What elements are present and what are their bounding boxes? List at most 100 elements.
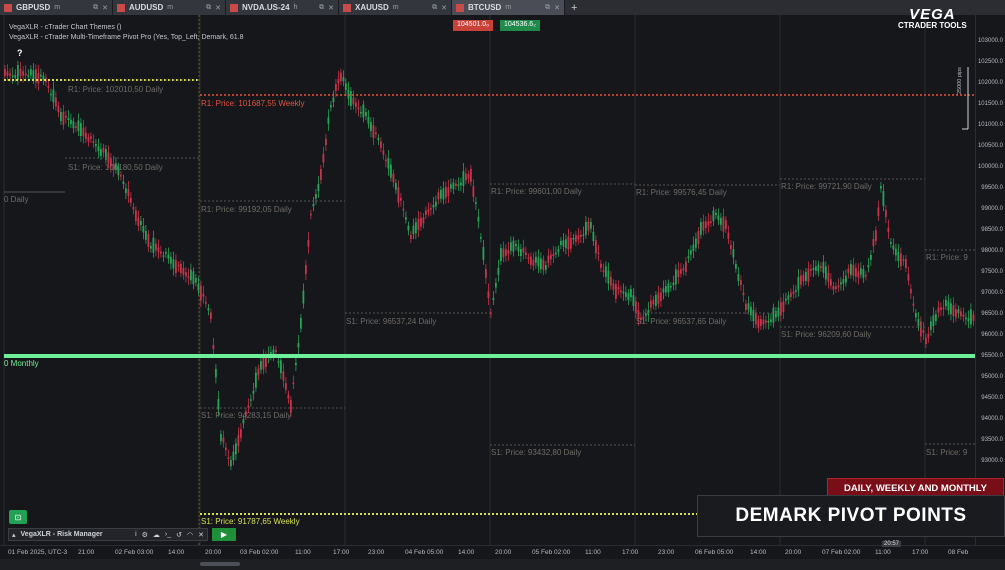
- candle-body: [195, 278, 197, 283]
- link-icon[interactable]: ⧉: [545, 4, 550, 12]
- level-label: R1: Price: 99576,45 Daily: [636, 188, 727, 197]
- gauge-icon[interactable]: ◠: [187, 531, 193, 539]
- candle-body: [27, 75, 30, 77]
- flag-icon: [230, 3, 238, 12]
- candle-body: [582, 234, 585, 236]
- link-icon[interactable]: ⧉: [93, 4, 98, 12]
- candle-body: [147, 234, 150, 247]
- tab-nvdaus24[interactable]: NVDA.US-24 h ⧉ ✕: [226, 0, 339, 15]
- close-icon[interactable]: ✕: [328, 4, 334, 12]
- timeframe-label: m: [167, 4, 174, 11]
- candle-body: [527, 257, 530, 259]
- candle-body: [700, 222, 702, 235]
- link-icon[interactable]: ⧉: [319, 4, 324, 12]
- candle-body: [577, 235, 580, 240]
- candle-body: [75, 126, 77, 128]
- robot-icon[interactable]: ⊡: [9, 510, 27, 524]
- close-icon[interactable]: ✕: [554, 4, 560, 12]
- candle-body: [175, 260, 177, 273]
- history-icon[interactable]: ↺: [176, 531, 182, 539]
- candle-body: [480, 237, 482, 239]
- candle-body: [802, 274, 805, 282]
- candle-body: [505, 249, 507, 256]
- candle-body: [797, 277, 800, 290]
- price-axis[interactable]: 103000.0 102500.0 102000.0 101500.0 101000.0…: [975, 15, 1005, 545]
- candle-body: [135, 210, 137, 221]
- tab-xauusd[interactable]: XAUUSD m ⧉ ✕: [339, 0, 452, 15]
- help-icon[interactable]: ?: [17, 48, 23, 58]
- terminal-icon[interactable]: ›_: [165, 531, 171, 538]
- link-icon[interactable]: ⧉: [432, 4, 437, 12]
- candle-body: [785, 298, 787, 301]
- candle-body: [762, 319, 765, 325]
- level-label: R1: Price: 99601,00 Daily: [491, 187, 582, 196]
- close-icon[interactable]: ✕: [215, 4, 221, 12]
- candle-body: [535, 256, 537, 263]
- cloud-icon[interactable]: ☁: [153, 531, 160, 539]
- candle-body: [65, 115, 67, 118]
- candle-body: [782, 301, 785, 312]
- tab-symbol: AUDUSD: [129, 3, 164, 12]
- candle-body: [880, 186, 882, 189]
- candle-body: [680, 269, 682, 274]
- horizontal-scrollbar[interactable]: [0, 559, 1005, 570]
- close-icon[interactable]: ✕: [102, 4, 108, 12]
- play-button[interactable]: ▶: [212, 528, 236, 541]
- chart-area[interactable]: [0, 15, 975, 545]
- scrollbar-thumb[interactable]: [200, 562, 240, 566]
- candle-body: [37, 72, 40, 84]
- candle-body: [222, 437, 225, 443]
- close-icon[interactable]: ✕: [198, 531, 207, 539]
- gear-icon[interactable]: ⚙: [142, 531, 148, 539]
- candle-body: [552, 253, 555, 256]
- candle-body: [55, 97, 57, 107]
- candle-body: [592, 232, 595, 241]
- ask-price-tag[interactable]: 104536.6₂: [500, 20, 540, 31]
- collapse-icon[interactable]: ▴: [12, 531, 16, 539]
- candle-body: [625, 292, 627, 297]
- candle-body: [17, 65, 19, 80]
- candle-body: [165, 252, 167, 254]
- candle-body: [595, 240, 597, 253]
- candle-body: [887, 227, 890, 232]
- link-icon[interactable]: ⧉: [206, 4, 211, 12]
- logo-brand: VEGA: [909, 6, 956, 23]
- candle-body: [570, 238, 572, 249]
- info-icon[interactable]: i: [135, 531, 137, 538]
- candle-body: [207, 308, 210, 311]
- candlestick-chart[interactable]: [0, 15, 975, 545]
- candle-body: [862, 269, 865, 278]
- tab-btcusd[interactable]: BTCUSD m ⧉ ✕: [452, 0, 565, 15]
- candle-body: [177, 265, 180, 267]
- candle-body: [397, 187, 400, 203]
- candle-body: [965, 317, 967, 320]
- time-axis[interactable]: 01 Feb 2025, UTC-3 21:00 02 Feb 03:00 14:00…: [0, 545, 1005, 559]
- candle-body: [225, 447, 227, 450]
- indicator-info-2: VegaXLR - cTrader Multi-Timeframe Pivot …: [9, 34, 244, 41]
- candle-body: [322, 153, 325, 163]
- price-tick: 101500.0: [977, 101, 1003, 107]
- tab-gbpusd[interactable]: GBPUSD m ⧉ ✕: [0, 0, 113, 15]
- candle-body: [60, 112, 62, 121]
- tab-symbol: NVDA.US-24: [242, 3, 290, 12]
- close-icon[interactable]: ✕: [441, 4, 447, 12]
- level-label: R1: Price: 99192,05 Daily: [201, 205, 292, 214]
- candle-body: [812, 268, 815, 270]
- candle-body: [465, 173, 467, 181]
- add-tab-button[interactable]: +: [565, 2, 583, 14]
- candle-body: [877, 207, 880, 216]
- candle-body: [912, 303, 915, 306]
- candle-body: [942, 307, 945, 309]
- candle-body: [917, 319, 920, 327]
- candle-body: [682, 268, 685, 271]
- candle-body: [800, 275, 802, 285]
- candle-body: [85, 132, 87, 139]
- candle-body: [235, 443, 237, 455]
- candle-body: [427, 209, 430, 212]
- candle-body: [422, 217, 425, 224]
- tab-audusd[interactable]: AUDUSD m ⧉ ✕: [113, 0, 226, 15]
- candle-body: [395, 183, 397, 190]
- risk-manager-bar[interactable]: ▴ VegaXLR - Risk Manager i ⚙ ☁ ›_ ↺ ◠ ✕: [8, 528, 208, 541]
- candle-body: [772, 307, 775, 323]
- bid-price-tag[interactable]: 104501.0₀: [453, 20, 494, 31]
